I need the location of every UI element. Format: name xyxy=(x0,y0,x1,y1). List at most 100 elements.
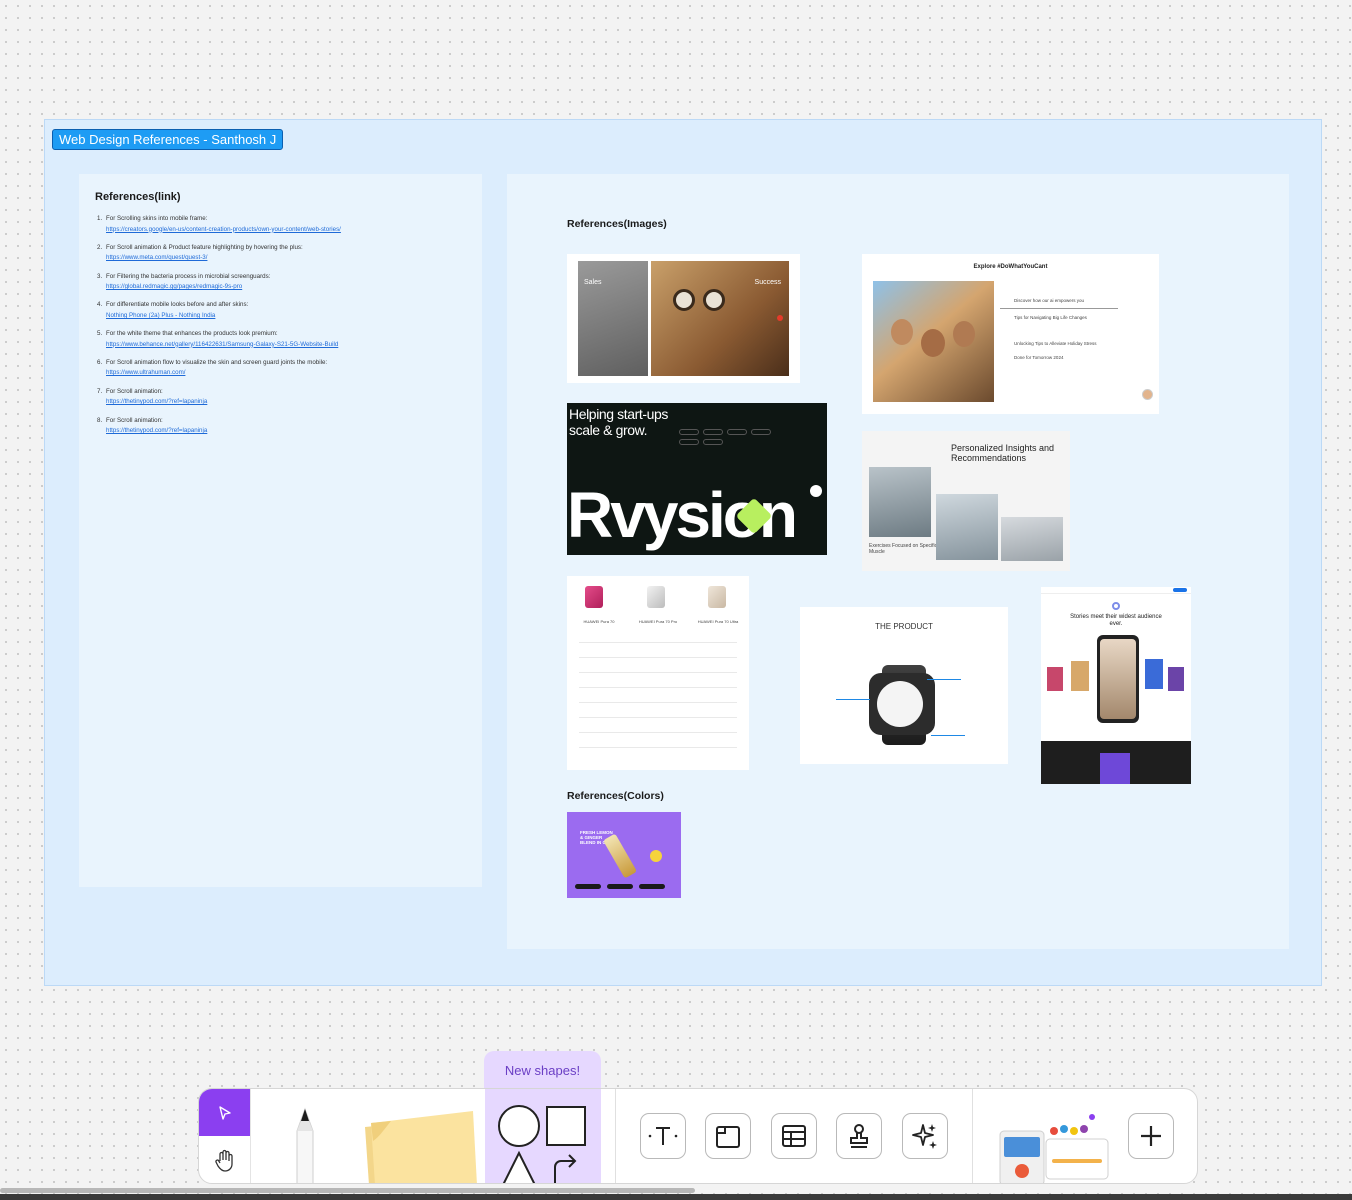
hand-icon xyxy=(214,1149,233,1172)
section-frame[interactable]: Web Design References - Santhosh J Refer… xyxy=(44,119,1322,986)
list-item: 1. For Scrolling skins into mobile frame:… xyxy=(97,214,467,235)
table-icon xyxy=(782,1125,806,1147)
image-card-rvysion[interactable]: Helping start-ups scale & grow. Rvysion xyxy=(567,403,827,555)
watch-icon xyxy=(869,673,935,735)
reference-link[interactable]: https://www.behance.net/gallery/11642263… xyxy=(106,340,338,351)
image-card-stories[interactable]: Stories meet their widest audience ever. xyxy=(1041,587,1191,784)
goggles-icon xyxy=(673,289,733,311)
image-card-insights[interactable]: Personalized Insights and Recommendation… xyxy=(862,431,1070,571)
reference-link[interactable]: https://www.meta.com/quest/quest-3/ xyxy=(106,253,303,264)
phone-beige xyxy=(708,586,726,608)
image-card-product[interactable]: THE PRODUCT xyxy=(800,607,1008,764)
image-card-explore[interactable]: Explore #DoWhatYouCant Discover how our … xyxy=(862,254,1159,414)
sticky-note-icon xyxy=(365,1111,477,1183)
phone-white xyxy=(647,586,665,608)
success-label: Success xyxy=(754,279,781,286)
training-photo xyxy=(1001,517,1063,561)
list-item: 4. For differentiate mobile looks before … xyxy=(97,300,467,321)
stories-logo-icon xyxy=(1112,602,1120,610)
stamp-tool[interactable] xyxy=(836,1113,882,1159)
callout-line xyxy=(836,699,870,700)
new-shapes-badge: New shapes! xyxy=(484,1051,601,1089)
reference-link[interactable]: https://www.ultrahuman.com/ xyxy=(106,368,327,379)
callout-line xyxy=(927,679,961,680)
record-icon xyxy=(777,315,783,321)
section-title[interactable]: Web Design References - Santhosh J xyxy=(52,129,284,150)
dot-icon xyxy=(810,485,822,497)
ai-sparkle-tool[interactable] xyxy=(902,1113,948,1159)
text-icon xyxy=(648,1127,678,1145)
cursor-icon xyxy=(218,1105,231,1120)
pencil-tool[interactable] xyxy=(285,1107,325,1183)
widgets-icon xyxy=(999,1114,1109,1183)
story-thumb xyxy=(1047,667,1063,691)
reference-link[interactable]: Nothing Phone (2a) Plus - Nothing India xyxy=(106,311,248,322)
image-card-colors[interactable]: FRESH LEMON & GINGER BLEND IN ONE xyxy=(567,812,681,898)
sales-label: Sales xyxy=(584,279,602,286)
callout-line xyxy=(931,735,965,736)
select-tool[interactable] xyxy=(199,1089,250,1136)
widgets-tool[interactable] xyxy=(994,1109,1112,1183)
shapes-icon xyxy=(498,1105,586,1183)
section-icon xyxy=(716,1126,740,1148)
item-number: 5. xyxy=(97,330,103,338)
list-item: 8. For Scroll animation: https://thetinypo… xyxy=(97,416,467,437)
model-name: HUAWEI Pura 70 xyxy=(583,619,615,624)
friends-photo xyxy=(873,281,994,402)
more-tool[interactable] xyxy=(1128,1113,1174,1159)
list-item: 7. For Scroll animation: https://thetinypo… xyxy=(97,387,467,408)
runner-photo xyxy=(936,494,998,560)
list-item: 6. For Scroll animation flow to visualize… xyxy=(97,358,467,379)
image-card-sales[interactable]: Sales Success xyxy=(567,254,800,383)
table-tool[interactable] xyxy=(771,1113,817,1159)
images-heading: References(Images) xyxy=(567,218,667,230)
story-thumb xyxy=(1145,659,1163,689)
avatar xyxy=(1142,389,1153,400)
stories-title: Stories meet their widest audience ever. xyxy=(1070,614,1162,627)
color-pills xyxy=(575,884,675,889)
sticky-note-tool[interactable] xyxy=(351,1105,479,1183)
item-number: 4. xyxy=(97,301,103,309)
item-text: For Scroll animation flow to visualize t… xyxy=(106,358,328,366)
links-heading: References(link) xyxy=(95,191,181,203)
item-text: For the white theme that enhances the pr… xyxy=(106,330,278,338)
images-panel[interactable]: References(Images) Sales Success Explore… xyxy=(507,174,1289,949)
pencil-icon xyxy=(296,1107,314,1183)
hand-tool[interactable] xyxy=(199,1137,250,1183)
product-title: THE PRODUCT xyxy=(875,622,933,631)
item-text: For Filtering the bacteria process in mi… xyxy=(106,272,271,280)
horizontal-scrollbar[interactable] xyxy=(0,1188,695,1193)
item-number: 7. xyxy=(97,387,103,395)
bottom-toolbar xyxy=(198,1088,1198,1184)
shapes-tool[interactable] xyxy=(485,1089,601,1183)
model-name: HUAWEI Pura 70 Pro xyxy=(638,619,678,624)
list-item: 5. For the white theme that enhances the … xyxy=(97,329,467,350)
athlete-photo xyxy=(869,467,931,537)
insights-caption: Exercises Focused on Specific Muscle xyxy=(869,543,938,555)
item-number: 2. xyxy=(97,243,103,251)
reference-link[interactable]: https://thetinypod.com/?ref=lapaninja xyxy=(106,426,207,437)
image-card-huawei[interactable]: HUAWEI Pura 70 HUAWEI Pura 70 Pro HUAWEI… xyxy=(567,576,749,770)
story-thumb xyxy=(1168,667,1184,691)
links-panel[interactable]: References(link) 1. For Scrolling skins i… xyxy=(79,174,482,887)
reference-link[interactable]: https://creators.google/en-us/content-cr… xyxy=(106,225,341,236)
colors-heading: References(Colors) xyxy=(567,790,664,802)
divider xyxy=(250,1089,251,1183)
stamp-icon xyxy=(850,1124,868,1148)
list-item: 2. For Scroll animation & Product feature… xyxy=(97,243,467,264)
phone-pink xyxy=(585,586,603,608)
stories-nav xyxy=(1041,587,1191,594)
item-number: 3. xyxy=(97,272,103,280)
section-tool[interactable] xyxy=(705,1113,751,1159)
tag-pills xyxy=(679,429,779,469)
sparkle-icon xyxy=(912,1124,937,1149)
stories-dark-strip xyxy=(1041,741,1191,784)
item-text: For Scroll animation: xyxy=(106,387,163,395)
item-text: For Scrolling skins into mobile frame: xyxy=(106,215,208,222)
reference-link[interactable]: https://global.redmagic.gg/pages/redmagi… xyxy=(106,282,270,293)
text-tool[interactable] xyxy=(640,1113,686,1159)
reference-link[interactable]: https://thetinypod.com/?ref=lapaninja xyxy=(106,397,207,408)
phone-frame xyxy=(1097,635,1139,723)
plus-icon xyxy=(1141,1126,1161,1146)
success-photo: Success xyxy=(651,261,789,376)
